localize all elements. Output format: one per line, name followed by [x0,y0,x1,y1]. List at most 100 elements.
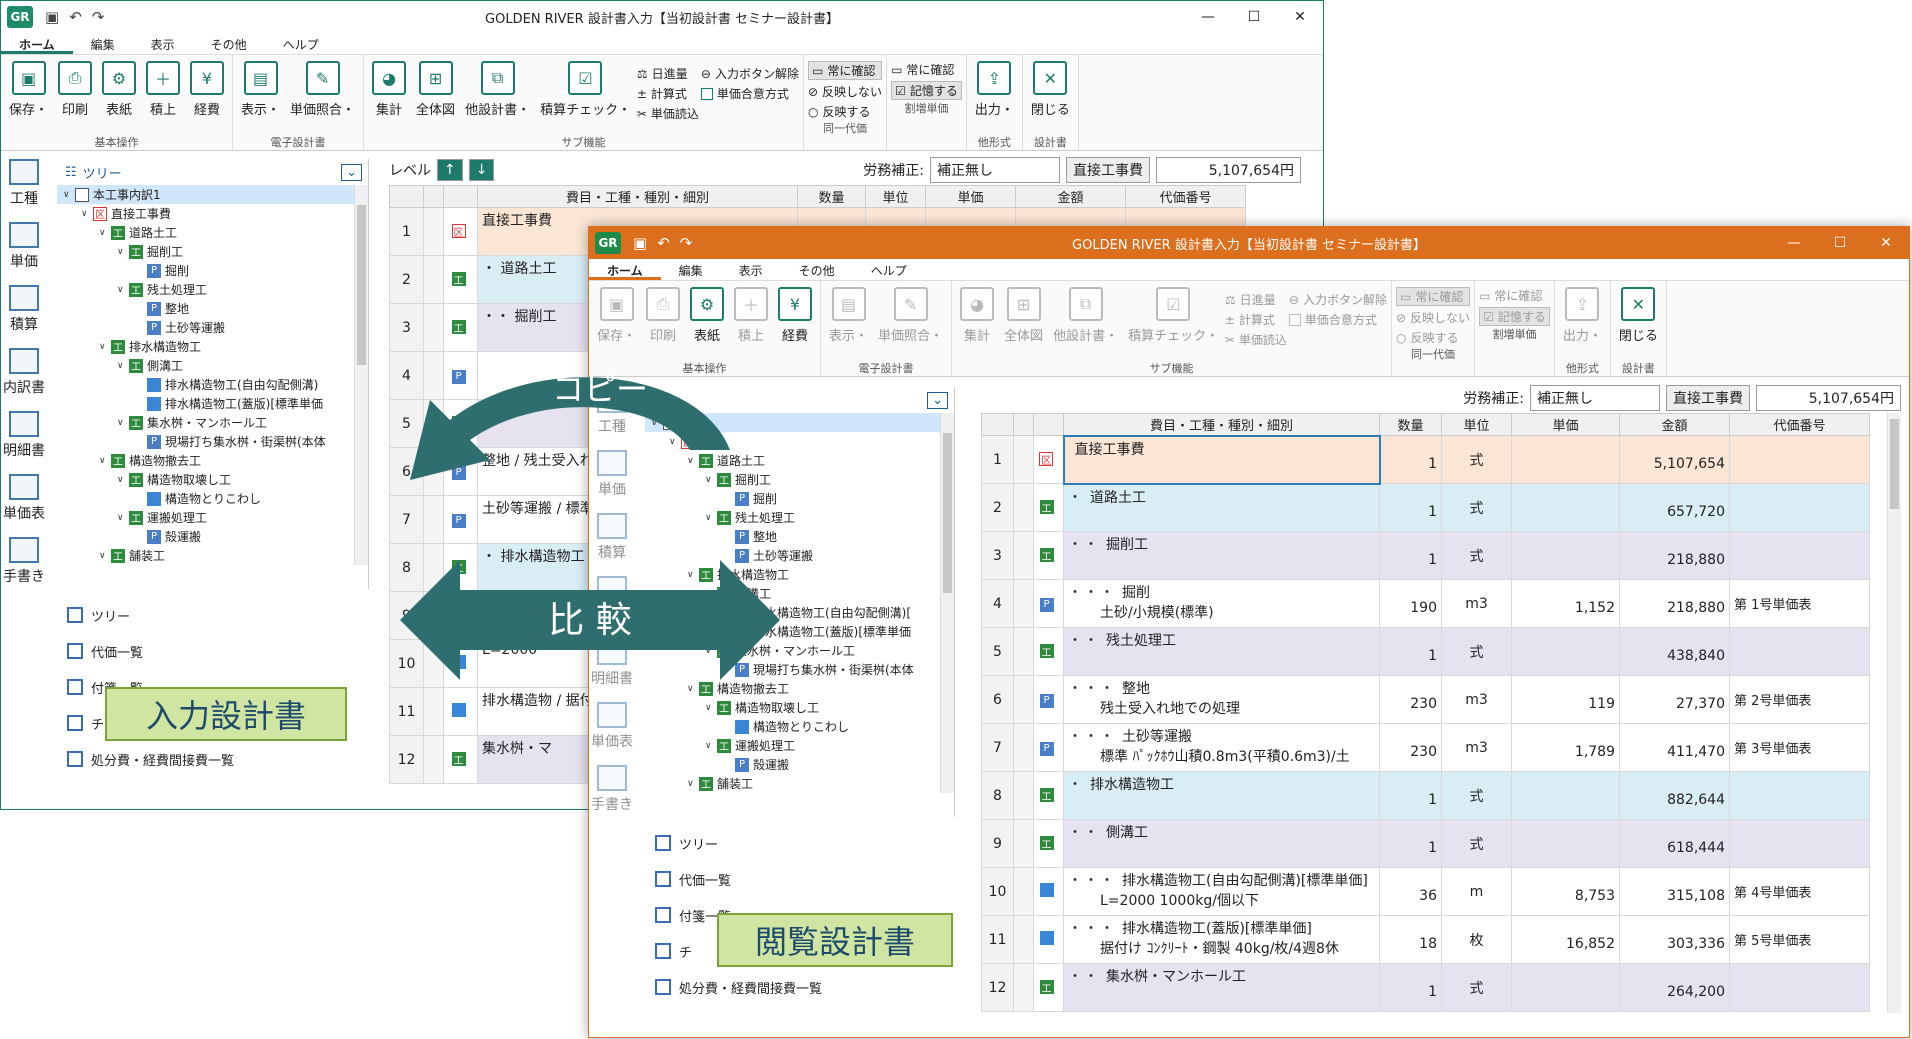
tree-node[interactable]: ∨ 工排水構造物工 [57,337,368,356]
same-reflect[interactable]: ○ 反映する [1396,329,1470,346]
save-button[interactable]: ▣ 保存・ [5,59,52,120]
expand-icon[interactable]: ∨ [117,361,129,371]
price-load-button[interactable]: ✂ 単価読込 [1225,331,1287,348]
estimate-check-button[interactable]: ☑ 積算チェック・ [536,59,635,120]
price-list-item[interactable]: 代価一覧 [655,861,822,897]
aggregate-button[interactable]: ◕ 集計 [368,59,410,120]
cell-price[interactable] [1511,483,1620,532]
tree-node[interactable]: P 土砂等運搬 [57,318,368,337]
cell-code[interactable] [1729,963,1870,1012]
row-marker[interactable] [423,591,444,640]
release-input-button[interactable]: ⊖ 入力ボタン解除 [701,65,799,82]
row-number[interactable]: 6 [389,447,424,496]
output-button[interactable]: ⇪ 出力・ [1559,285,1606,346]
cell-name[interactable]: ・・・ 整地 残土受入れ地での処理 [1063,675,1380,724]
cell-amount[interactable]: 264,200 [1619,963,1730,1012]
row-number[interactable]: 8 [981,771,1014,820]
cell-qty[interactable]: 1 [1379,483,1442,532]
row-marker[interactable] [423,207,444,256]
cell-code[interactable]: 第 2号単価表 [1729,675,1870,724]
print-button[interactable]: ⎙ 印刷 [54,59,96,120]
header-code[interactable]: 代価番号 [1125,185,1246,208]
cell-price[interactable] [1511,435,1620,484]
tree-node[interactable]: ∨ 工運搬処理工 [57,508,368,527]
table-row[interactable]: 11 ・・・ 排水構造物工(蓋版)[標準単価] 据付け ｺﾝｸﾘｰﾄ・鋼製 40kg/… [981,915,1870,964]
table-row[interactable]: 5 工・・ 残土処理工 1 式 438,840 [981,627,1870,676]
expand-icon[interactable]: ∨ [687,570,699,580]
labor-select[interactable]: 補正無し [1530,385,1660,411]
redo-icon[interactable]: ↷ [92,8,105,26]
row-marker[interactable] [423,255,444,304]
overview-button[interactable]: ⊞ 全体図 [412,59,459,120]
row-marker[interactable] [1013,867,1034,916]
cell-unit[interactable]: 式 [1441,771,1512,820]
cell-price[interactable] [1511,531,1620,580]
daily-progress-button[interactable]: ⚖ 日進量 [637,65,699,82]
price-match-button[interactable]: ✎ 単価照合・ [286,59,359,120]
row-marker[interactable] [423,639,444,688]
close-button[interactable]: ✕ [1863,227,1909,259]
row-marker[interactable] [1013,963,1034,1012]
row-number[interactable]: 6 [981,675,1014,724]
cell-qty[interactable]: 1 [1379,963,1442,1012]
row-number[interactable]: 3 [981,531,1014,580]
row-marker[interactable] [423,351,444,400]
expense-button[interactable]: ¥ 経費 [774,285,816,346]
row-marker[interactable] [1013,627,1034,676]
row-marker[interactable] [423,687,444,736]
cell-amount[interactable]: 5,107,654 [1619,435,1730,484]
disposal-list-item[interactable]: 処分費・経費間接費一覧 [67,741,234,777]
row-number[interactable]: 2 [389,255,424,304]
cell-name[interactable]: ・・・ 排水構造物工(自由勾配側溝)[標準単価] L=2000 1000kg/個以下 [1063,867,1380,916]
cell-qty[interactable]: 1 [1379,771,1442,820]
cell-code[interactable]: 第 1号単価表 [1729,579,1870,628]
table-row[interactable]: 3 工・・ 掘削工 1 式 218,880 [981,531,1870,580]
row-number[interactable]: 11 [389,687,424,736]
price-agreement-button[interactable]: 単価合意方式 [1288,311,1387,328]
cell-qty[interactable]: 1 [1379,435,1442,484]
tree-node[interactable]: 排水構造物工(蓋版)[標準単価 [57,394,368,413]
row-number[interactable]: 4 [981,579,1014,628]
header-name[interactable]: 費目・工種・種別・細別 [1063,413,1380,436]
cell-code[interactable] [1729,627,1870,676]
tree-node[interactable]: ∨ 工残土処理工 [645,508,954,527]
cell-qty[interactable]: 36 [1379,867,1442,916]
tree-node[interactable]: ∨ 区直接工事費 [57,204,368,223]
tree-node[interactable]: ∨ 工道路土工 [57,223,368,242]
print-button[interactable]: ⎙ 印刷 [642,285,684,346]
cell-price[interactable]: 8,753 [1511,867,1620,916]
release-input-button[interactable]: ⊖ 入力ボタン解除 [1289,291,1387,308]
expand-icon[interactable]: ∨ [705,475,717,485]
expand-icon[interactable]: ∨ [117,285,129,295]
cell-amount[interactable]: 27,370 [1619,675,1730,724]
overview-button[interactable]: ⊞ 全体図 [1000,285,1047,346]
row-number[interactable]: 12 [981,963,1014,1012]
stack-button[interactable]: ＋積上 [142,59,184,120]
tree-node[interactable]: P 土砂等運搬 [645,546,954,565]
cell-unit[interactable]: 式 [1441,627,1512,676]
expand-icon[interactable]: ∨ [687,779,699,789]
cell-amount[interactable]: 618,444 [1619,819,1730,868]
same-always-confirm[interactable]: ▭ 常に確認 [1395,287,1471,306]
cell-amount[interactable]: 411,470 [1619,723,1730,772]
cover-button[interactable]: ⚙ 表紙 [686,285,728,346]
table-row[interactable]: 7 P ・・・ 土砂等運搬 標準 ﾊﾟｯｸﾎｳ山積0.8m3(平積0.6m3)/土 230… [981,723,1870,772]
cell-amount[interactable]: 438,840 [1619,627,1730,676]
header-unit[interactable]: 単位 [865,185,926,208]
rail-item-unit-price[interactable]: 単価 [597,450,627,499]
rail-item-breakdown[interactable]: 内訳書 [591,576,633,625]
expand-icon[interactable]: ∨ [705,589,717,599]
cell-amount[interactable]: 218,880 [1619,531,1730,580]
cell-price[interactable] [1511,771,1620,820]
daily-progress-button[interactable]: ⚖ 日進量 [1225,291,1287,308]
menu-home[interactable]: ホーム [589,259,661,280]
row-number[interactable]: 7 [981,723,1014,772]
cover-button[interactable]: ⚙ 表紙 [98,59,140,120]
expand-icon[interactable]: ∨ [651,418,663,428]
table-row[interactable]: 2 工・道路土工 1 式 657,720 [981,483,1870,532]
tree-node[interactable]: ∨ 工集水桝・マンホール工 [57,413,368,432]
expand-icon[interactable]: ∨ [705,513,717,523]
tree-scrollbar[interactable] [354,185,368,565]
undo-icon[interactable]: ↶ [657,234,670,252]
undo-icon[interactable]: ↶ [69,8,82,26]
